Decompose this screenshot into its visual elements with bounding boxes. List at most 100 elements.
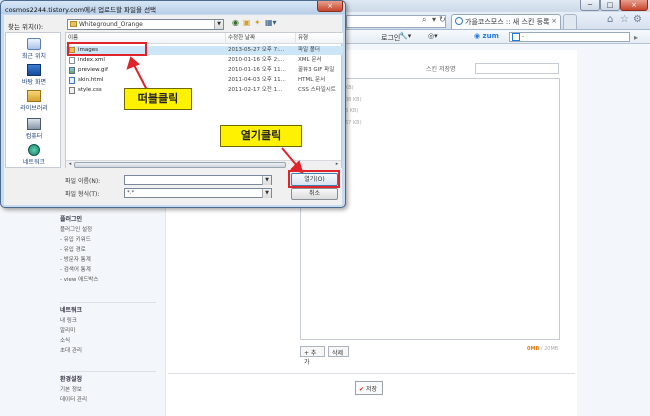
place-recent[interactable]: 최근 위치 <box>6 38 62 60</box>
minimize-button[interactable]: ─ <box>580 0 600 11</box>
gear-icon[interactable]: ⚙ <box>633 14 642 25</box>
filetype-value: *.* <box>127 190 135 196</box>
look-in-label: 찾는 위치(I): <box>8 23 44 31</box>
scroll-right-icon[interactable]: ▸ <box>333 161 341 168</box>
annotation-open-click: 열기클릭 <box>220 125 302 147</box>
sidebar-item-my-links[interactable]: 내 링크 <box>60 316 160 326</box>
sidebar-section-network: 네트워크 내 링크 알리미 소식 초대 관리 <box>60 306 160 356</box>
tistory-favicon-icon <box>455 17 463 25</box>
maximize-button[interactable]: □ <box>600 0 620 11</box>
sidebar-item-news[interactable]: 소식 <box>60 336 160 346</box>
place-network[interactable]: 네트워크 <box>6 144 62 166</box>
horizontal-scrollbar[interactable]: ◂ ▸ <box>66 160 341 168</box>
recent-places-icon <box>27 38 41 50</box>
sidebar-heading-settings: 환경설정 <box>60 376 83 383</box>
look-in-select[interactable]: Whiteground_Orange ▼ <box>67 19 224 30</box>
file-row-style-css[interactable]: style.css 2011-02-17 오전 1... CSS 스타일시트 <box>66 86 343 95</box>
new-folder-icon[interactable]: ✦ <box>254 18 261 27</box>
file-row-index-xml[interactable]: index.xml 2010-01-16 오후 2:... XML 문서 <box>66 56 343 65</box>
sidebar-heading-network: 네트워크 <box>60 307 83 314</box>
highlight-open-button <box>288 170 340 188</box>
address-field[interactable] <box>346 15 446 28</box>
tab-new-skin[interactable]: 가을코스모스 :: 새 스킨 등록 × <box>451 14 561 29</box>
safety-icon[interactable]: ◎▾ <box>428 32 438 40</box>
file-name: preview.gif <box>69 66 108 75</box>
sidebar-item-notifier[interactable]: 알리미 <box>60 326 160 336</box>
file-type: 꿀뷰3 GIF 파일 <box>298 67 335 73</box>
favorites-icon[interactable]: ☆ <box>620 14 629 25</box>
refresh-icon[interactable]: ↻ <box>439 15 446 24</box>
file-row-skin-html[interactable]: skin.html 2011-04-03 오후 11... HTML 문서 <box>66 76 343 85</box>
sidebar-item-inflow-keywords[interactable]: - 유입 키워드 <box>60 235 160 245</box>
delete-file-button[interactable]: 삭제 <box>328 346 349 357</box>
storage-total: / 20MB <box>539 346 559 352</box>
search-icon[interactable]: ⌕ <box>422 15 426 25</box>
file-name-text: skin.html <box>78 77 104 83</box>
skin-save-label: 스킨 저장명 <box>426 66 456 73</box>
storage-used: 0MB <box>527 346 540 352</box>
file-date: 2010-01-16 오후 11... <box>228 67 286 73</box>
chevron-down-icon[interactable]: ▾ <box>432 15 436 24</box>
filetype-label: 파일 형식(T): <box>65 191 100 198</box>
css-file-icon <box>69 87 75 94</box>
up-folder-icon[interactable]: ▣ <box>243 18 251 27</box>
sidebar-heading-plugins: 플러그인 <box>60 216 83 223</box>
file-type: HTML 문서 <box>298 77 326 83</box>
sidebar-item-inflow-paths[interactable]: - 유입 경로 <box>60 245 160 255</box>
tab-close-icon[interactable]: × <box>551 17 557 25</box>
xml-file-icon <box>69 57 75 64</box>
home-icon[interactable]: ⌂ <box>607 14 613 25</box>
sidebar-item-invites[interactable]: 초대 관리 <box>60 346 160 356</box>
scroll-left-icon[interactable]: ◂ <box>66 161 74 168</box>
sidebar-item-search-stats[interactable]: - 검색어 통계 <box>60 265 160 275</box>
libraries-icon <box>27 90 41 102</box>
scrollbar-thumb[interactable] <box>74 162 286 168</box>
search-go-icon[interactable]: ▸ <box>634 33 638 42</box>
place-desktop[interactable]: 바탕 화면 <box>6 64 62 86</box>
chevron-down-icon[interactable]: ▼ <box>262 176 271 185</box>
zum-search-input[interactable]: - <box>509 32 630 42</box>
tools-icon[interactable]: 🔧▾ <box>399 32 411 40</box>
skin-save-input[interactable] <box>475 63 559 74</box>
file-row-preview-gif[interactable]: preview.gif 2010-01-16 오후 11... 꿀뷰3 GIF … <box>66 66 343 75</box>
login-link[interactable]: 로그인 <box>381 33 400 43</box>
place-computer[interactable]: 컴퓨터 <box>6 118 62 140</box>
places-bar: 최근 위치 바탕 화면 라이브러리 컴퓨터 네트워크 <box>5 32 61 168</box>
tab-title: 가을코스모스 :: 새 스킨 등록 <box>465 18 550 26</box>
file-date: 2011-02-17 오전 1... <box>228 87 283 93</box>
sidebar-item-data-management[interactable]: 데이터 관리 <box>60 395 160 405</box>
chevron-down-icon[interactable]: ▼ <box>214 20 223 29</box>
place-libraries[interactable]: 라이브러리 <box>6 90 62 112</box>
highlight-images-folder <box>67 42 147 56</box>
place-network-label: 네트워크 <box>22 159 46 166</box>
sidebar-divider <box>60 302 156 303</box>
chevron-down-icon[interactable]: ▼ <box>262 189 271 198</box>
html-file-icon <box>69 77 75 84</box>
filetype-select[interactable]: *.* ▼ <box>124 188 272 198</box>
new-tab-button[interactable] <box>563 14 577 29</box>
view-menu-icon[interactable]: ▦▾ <box>265 18 277 27</box>
cancel-button[interactable]: 취소 <box>291 188 338 200</box>
save-button[interactable]: ✔ 저장 <box>355 381 383 395</box>
sidebar-item-view-adbox[interactable]: - view 애드박스 <box>60 275 160 285</box>
file-name: style.css <box>69 86 102 95</box>
zum-logo[interactable]: ◉ zum <box>474 32 499 40</box>
sidebar-item-visitor-stats[interactable]: - 방문자 통계 <box>60 255 160 265</box>
back-icon[interactable]: ◉ <box>232 18 239 27</box>
look-in-value: Whiteground_Orange <box>79 21 143 28</box>
add-file-button[interactable]: + 추가 <box>300 346 325 366</box>
sidebar-item-basic-info[interactable]: 기본 정보 <box>60 385 160 395</box>
sidebar-section-plugins: 플러그인 플러그인 설정 - 유입 키워드 - 유입 경로 - 방문자 통계 -… <box>60 215 160 285</box>
dialog-close-button[interactable]: × <box>317 1 343 12</box>
sidebar-item-plugin-settings[interactable]: 플러그인 설정 <box>60 225 160 235</box>
file-date: 2013-05-27 오후 7:... <box>228 47 285 53</box>
column-header-type[interactable]: 유형 <box>296 33 343 44</box>
filename-input[interactable]: ▼ <box>124 175 272 185</box>
file-type: 파일 폴더 <box>298 47 320 53</box>
place-recent-label: 최근 위치 <box>22 53 46 60</box>
column-header-date[interactable]: 수정한 날짜 <box>226 33 296 44</box>
window-close-button[interactable]: × <box>620 0 648 11</box>
dialog-titlebar[interactable]: cosmos2244.tistory.com에서 업로드할 파일을 선택 × <box>1 1 345 14</box>
place-computer-label: 컴퓨터 <box>25 133 43 140</box>
computer-icon <box>27 118 41 130</box>
